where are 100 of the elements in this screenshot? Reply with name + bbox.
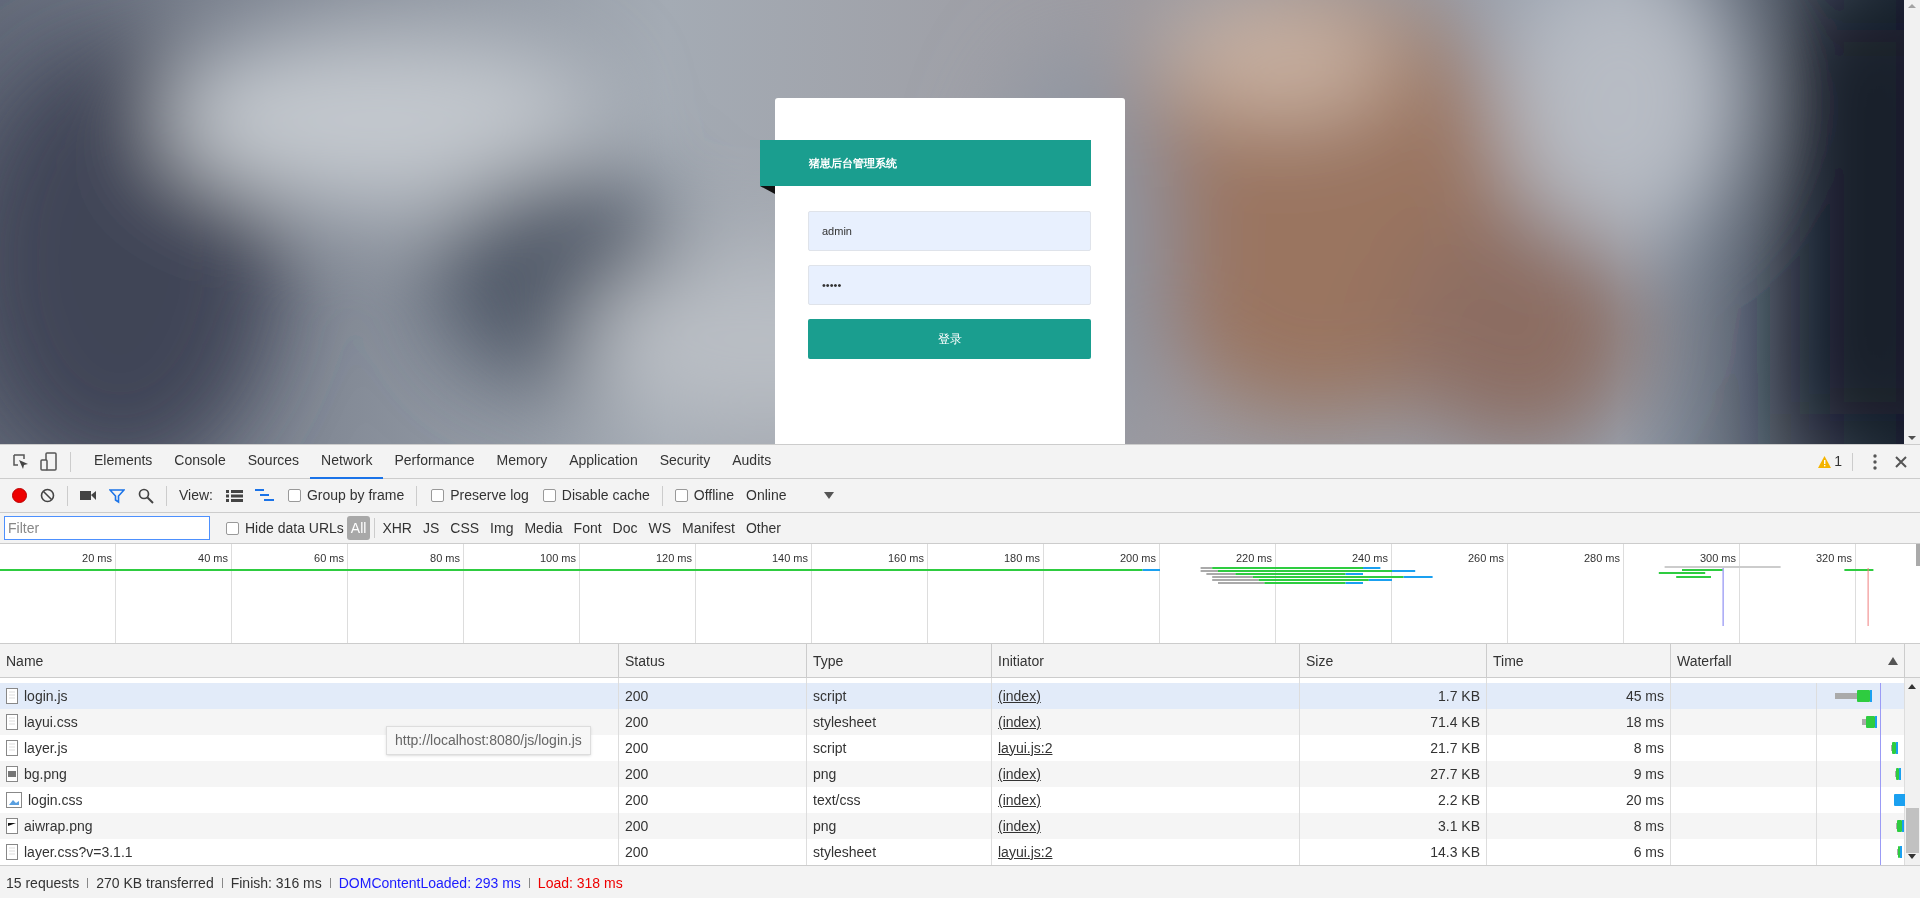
initiator-link[interactable]: layui.js:2 [998,841,1053,863]
panel-tab[interactable]: Performance [383,445,486,479]
tick-label: 320 ms [1815,551,1852,564]
table-cell-text: 20 ms [1625,790,1664,810]
column-header[interactable]: Size [1300,644,1487,678]
table-cell-text: 200 [625,712,649,732]
view-label: View: [179,486,213,505]
column-header[interactable]: Type [807,644,992,678]
tick-label: 180 ms [1003,551,1040,564]
panel-tab[interactable]: Sources [236,445,311,479]
checkbox-label: Preserve log [450,486,529,505]
file-name[interactable]: layer.css?v=3.1.1 [24,841,133,863]
status-text: Finish: 316 ms [230,873,322,893]
tick-label: 20 ms [82,551,112,564]
table-cell-text: 18 ms [1625,712,1664,732]
tick-label: 260 ms [1467,551,1504,564]
table-cell-text: 200 [625,816,649,836]
column-header[interactable]: Name [0,644,619,678]
type-filter-button[interactable]: Img [486,516,518,540]
type-filter-button[interactable]: Manifest [678,516,739,540]
type-filter-button[interactable]: CSS [446,516,484,540]
request-row[interactable]: login.js 200 script (index) 1.7 KB 45 ms [0,683,1905,709]
tick-label: 100 ms [539,551,576,564]
table-cell-text: 8 ms [1633,816,1664,836]
tick-label: 120 ms [655,551,692,564]
initiator-link[interactable]: (index) [998,789,1041,811]
initiator-link[interactable]: layui.js:2 [998,737,1053,759]
tick-label: 60 ms [314,551,344,564]
table-cell-text: 1.7 KB [1437,686,1480,706]
panel-tab[interactable]: Elements [83,445,164,479]
tick-label: 140 ms [771,551,808,564]
login-title: 猪崽后台管理系统 [809,155,897,171]
column-header[interactable]: Initiator [992,644,1300,678]
table-cell-text: 200 [625,790,649,810]
checkbox-label: Hide data URLs [245,518,344,538]
table-cell-text: 27.7 KB [1430,764,1480,784]
panel-tab[interactable]: Application [558,445,649,479]
type-filter-button[interactable]: WS [644,516,676,540]
table-cell-text: 14.3 KB [1430,842,1480,862]
table-cell-text: 71.4 KB [1430,712,1480,732]
type-filter-button[interactable]: Font [569,516,606,540]
table-cell-text: 45 ms [1625,686,1664,706]
username-field[interactable]: admin [808,211,1091,251]
initiator-link[interactable]: (index) [998,711,1041,733]
warning-count[interactable]: 1 [1834,451,1842,472]
panel-tab[interactable]: Console [163,445,237,479]
request-row[interactable]: layui.css 200 stylesheet (index) 71.4 KB 18 ms [0,709,1905,735]
file-name[interactable]: login.js [24,685,68,707]
table-cell-text: 200 [625,686,649,706]
tick-label: 200 ms [1119,551,1156,564]
filter-field[interactable]: Filter [4,516,210,540]
panel-tab[interactable]: Memory [485,445,559,479]
table-cell-text: 200 [625,764,649,784]
table-cell-text: 9 ms [1633,764,1664,784]
column-header[interactable]: Time [1487,644,1671,678]
type-filter-button[interactable]: Doc [608,516,642,540]
table-cell-text: 21.7 KB [1430,738,1480,758]
checkbox-label: Group by frame [307,486,405,505]
table-cell-text: 3.1 KB [1437,816,1480,836]
panel-tab[interactable]: Security [648,445,722,479]
tick-label: 40 ms [198,551,228,564]
column-header[interactable]: Status [619,644,807,678]
initiator-link[interactable]: (index) [998,685,1041,707]
password-field[interactable]: ••••• [808,265,1091,305]
tick-label: 220 ms [1235,551,1272,564]
file-name[interactable]: login.css [28,789,83,811]
throttle-dropdown[interactable]: Online [746,485,835,506]
table-cell-text: png [813,816,837,836]
type-filter-button[interactable]: Other [742,516,785,540]
status-text: 270 KB transferred [96,873,214,893]
table-cell-text: 6 ms [1633,842,1664,862]
table-cell-text: stylesheet [813,842,877,862]
file-name[interactable]: bg.png [24,763,67,785]
table-cell-text: 8 ms [1633,738,1664,758]
column-header[interactable]: Waterfall [1671,644,1905,678]
checkbox-label: Disable cache [561,486,650,505]
type-filter-button[interactable]: XHR [378,516,416,540]
request-row[interactable]: aiwrap.png 200 png (index) 3.1 KB 8 ms [0,813,1905,839]
initiator-link[interactable]: (index) [998,815,1041,837]
file-name[interactable]: aiwrap.png [24,815,93,837]
status-text: DOMContentLoaded: 293 ms [338,873,521,893]
tick-label: 160 ms [887,551,924,564]
table-cell-text: text/css [813,790,861,810]
status-text: Load: 318 ms [537,873,623,893]
table-cell-text: script [813,686,847,706]
table-cell-text: script [813,738,847,758]
type-filter-button[interactable]: Media [520,516,567,540]
file-name[interactable]: layui.css [24,711,78,733]
type-filter-button[interactable]: JS [418,516,444,540]
table-cell-text: 2.2 KB [1437,790,1480,810]
initiator-link[interactable]: (index) [998,763,1041,785]
file-name[interactable]: layer.js [24,737,68,759]
panel-tab[interactable]: Audits [721,445,783,479]
table-cell-text: 200 [625,738,649,758]
request-row[interactable]: bg.png 200 png (index) 27.7 KB 9 ms [0,761,1905,787]
tick-label: 280 ms [1583,551,1620,564]
tick-label: 80 ms [430,551,460,564]
tick-label: 240 ms [1351,551,1388,564]
status-text: 15 requests [6,873,80,893]
table-cell-text: png [813,764,837,784]
